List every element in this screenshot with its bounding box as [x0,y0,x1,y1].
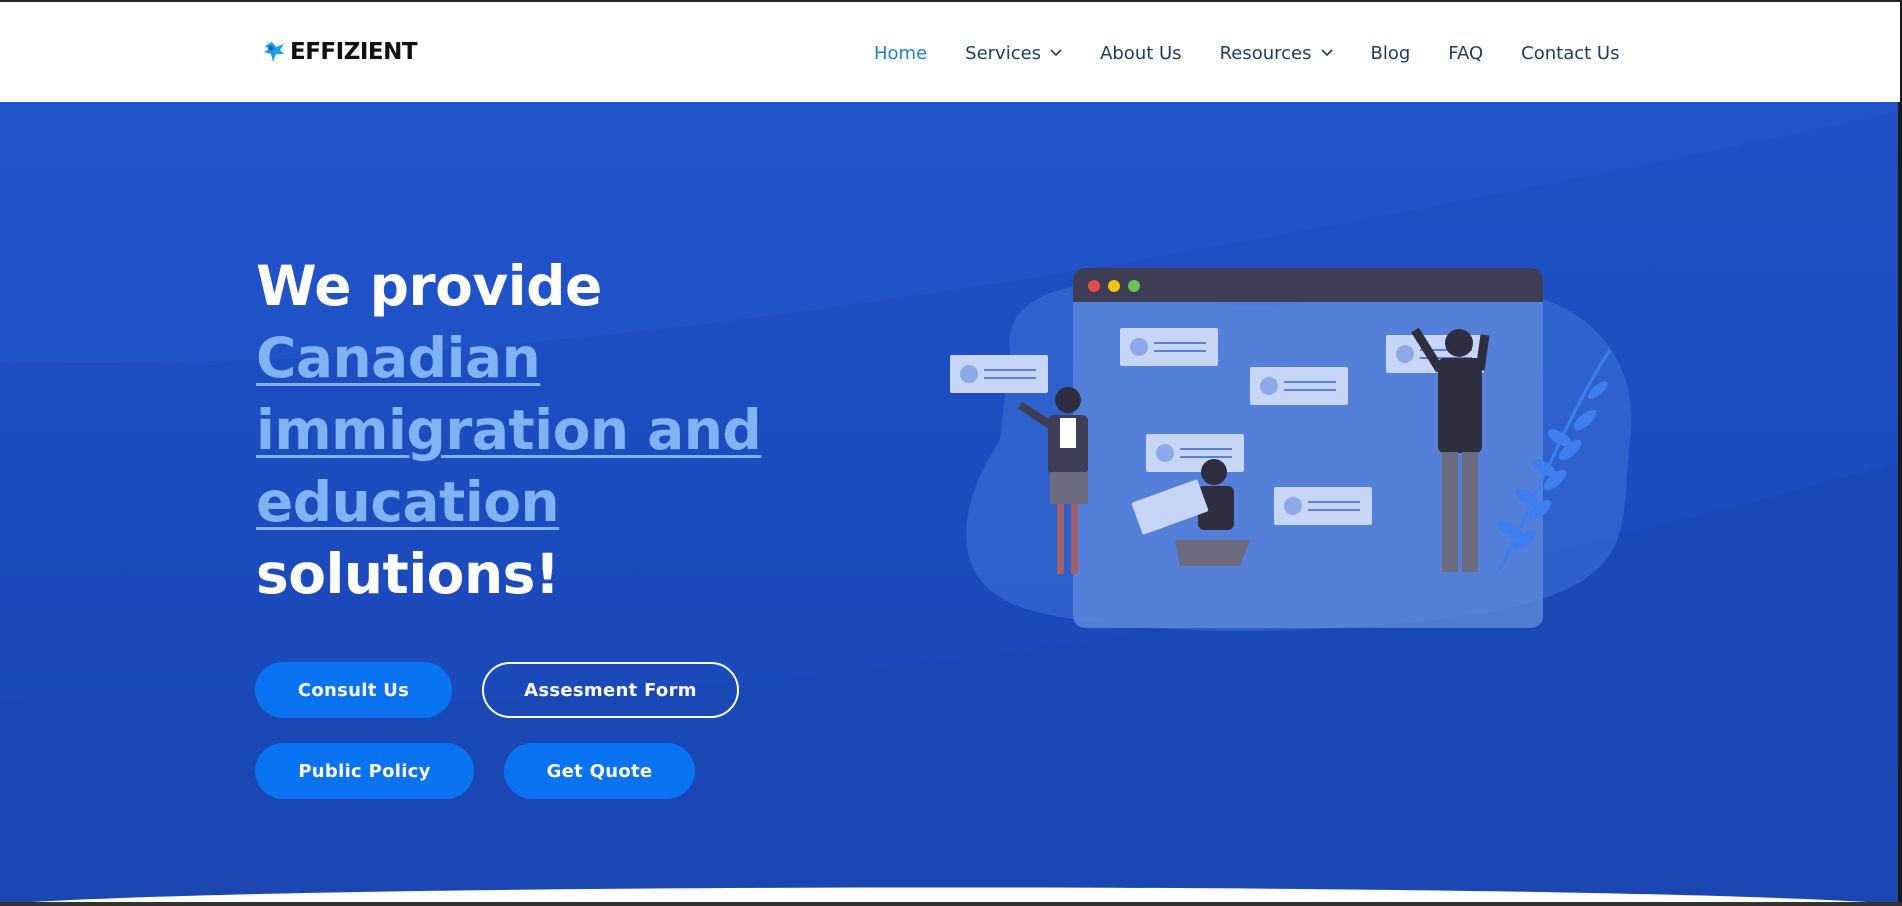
nav-services[interactable]: Services [965,43,1062,64]
hero-headline: We provide Canadian immigration and educ… [256,250,976,610]
nav-faq-label: FAQ [1448,42,1484,64]
headline-line-end: solutions! [256,542,560,606]
public-policy-button[interactable]: Public Policy [255,743,474,799]
assessment-form-button[interactable]: Assesment Form [482,662,739,718]
nav-services-label: Services [965,42,1042,64]
nav-faq[interactable]: FAQ [1448,43,1483,64]
nav-resources[interactable]: Resources [1220,43,1333,64]
nav-home-label: Home [874,42,928,64]
logo[interactable]: EFFIZIENT [262,38,418,66]
page-bottom-edge [0,902,1902,906]
headline-highlight-2[interactable]: immigration and [256,394,976,466]
nav-contact-label: Contact Us [1521,42,1620,64]
chevron-down-icon [1050,49,1062,57]
get-quote-button[interactable]: Get Quote [504,743,695,799]
team-board-illustration [950,268,1632,631]
nav-blog-label: Blog [1370,42,1411,64]
nav-contact[interactable]: Contact Us [1521,43,1619,64]
main-nav: Home Services About Us Resources Blog FA… [874,2,1619,104]
nav-resources-label: Resources [1219,42,1312,64]
chevron-down-icon [1320,49,1333,57]
bird-logo-icon [264,42,284,62]
site-header: EFFIZIENT Home Services About Us Resourc… [0,0,1900,102]
nav-blog[interactable]: Blog [1371,43,1411,64]
nav-home[interactable]: Home [874,43,927,64]
headline-line-1: We provide [256,254,602,318]
headline-highlight-1[interactable]: Canadian [256,322,976,394]
brand-name: EFFIZIENT [290,39,418,65]
headline-highlight-3[interactable]: education [256,466,976,538]
nav-about-label: About Us [1100,42,1182,64]
hero-section: We provide Canadian immigration and educ… [0,102,1898,904]
consult-us-button[interactable]: Consult Us [255,662,452,718]
nav-about[interactable]: About Us [1100,43,1182,64]
